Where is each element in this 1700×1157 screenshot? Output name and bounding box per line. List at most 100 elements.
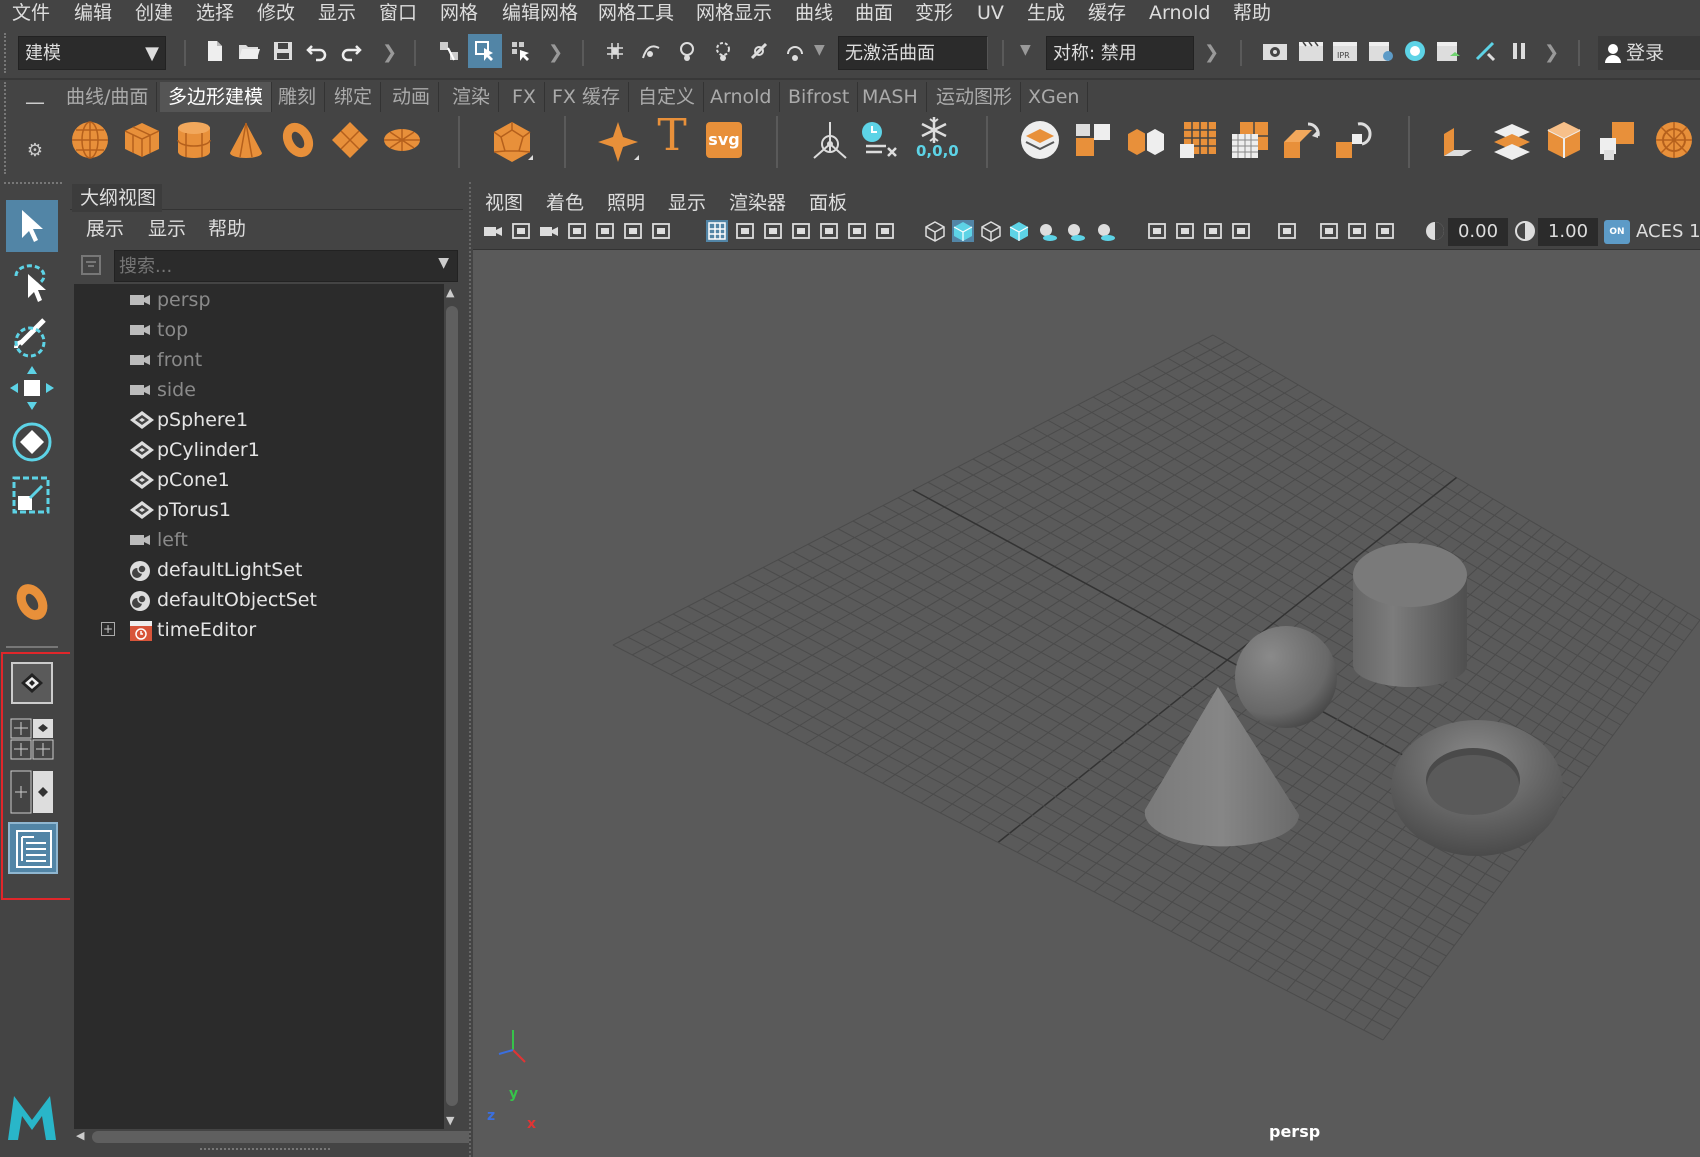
use-all-lights-icon[interactable]: [1036, 220, 1058, 242]
menu-surfaces[interactable]: 曲面: [855, 0, 893, 26]
outliner-menu-help[interactable]: 帮助: [208, 216, 246, 242]
modeling-toolkit-icon[interactable]: [1474, 40, 1496, 62]
image-plane-icon[interactable]: [594, 220, 616, 242]
two-view-layout-button[interactable]: [10, 770, 54, 814]
render-frame-icon[interactable]: [1298, 40, 1324, 62]
field-chart-icon[interactable]: [818, 220, 840, 242]
safe-action-icon[interactable]: [846, 220, 868, 242]
undo-icon[interactable]: [306, 40, 328, 62]
scroll-left-icon[interactable]: ◀: [76, 1129, 84, 1142]
toolbar-grip[interactable]: [4, 33, 12, 73]
snap-grid-icon[interactable]: [604, 40, 626, 62]
shelf-settings-icon[interactable]: ⚙: [18, 134, 52, 168]
menu-mesh-display[interactable]: 网格显示: [696, 0, 772, 26]
scroll-down-icon[interactable]: ▼: [446, 1114, 454, 1127]
hscrollbar-thumb[interactable]: [92, 1131, 496, 1143]
3d-viewport[interactable]: y x z persp: [473, 250, 1700, 1157]
menu-select[interactable]: 选择: [196, 0, 234, 26]
save-scene-icon[interactable]: [272, 40, 294, 62]
camera-select-icon[interactable]: [482, 220, 504, 242]
tab-animation[interactable]: 动画: [384, 82, 440, 112]
gamma-field[interactable]: 1.00: [1538, 218, 1598, 246]
outliner-menu-show[interactable]: 展示: [86, 216, 124, 242]
outliner-hscrollbar[interactable]: ◀: [74, 1129, 496, 1145]
collapse-arrow-icon[interactable]: ❯: [1204, 42, 1219, 63]
append-icon[interactable]: [1492, 120, 1532, 160]
pivot-icon[interactable]: [810, 120, 850, 160]
collapse-arrow-icon[interactable]: ❯: [1544, 42, 1559, 63]
torus-icon[interactable]: [278, 120, 318, 160]
2d-pan-icon[interactable]: [622, 220, 644, 242]
render-settings-icon[interactable]: [1368, 40, 1394, 62]
fill-hole-icon[interactable]: [1544, 120, 1584, 160]
outliner-menu-display[interactable]: 显示: [148, 216, 186, 242]
gamma-icon[interactable]: [1514, 220, 1536, 242]
outliner-persp-layout-button[interactable]: [8, 822, 58, 874]
new-scene-icon[interactable]: [204, 40, 226, 62]
xray-components-icon[interactable]: [1374, 220, 1396, 242]
menu-edit[interactable]: 编辑: [74, 0, 112, 26]
cone-icon[interactable]: [226, 120, 266, 160]
smooth-icon[interactable]: [1178, 120, 1218, 160]
bevel-icon[interactable]: [1282, 120, 1322, 160]
shadows-icon[interactable]: [1064, 220, 1086, 242]
cylinder-icon[interactable]: [174, 120, 214, 160]
gate-mask-icon[interactable]: [790, 220, 812, 242]
last-tool-torus-icon[interactable]: [8, 578, 56, 626]
snap-point-icon[interactable]: [676, 40, 698, 62]
cube-icon[interactable]: [122, 120, 162, 160]
separate-icon[interactable]: [1074, 120, 1114, 160]
menu-uv[interactable]: UV: [977, 0, 1004, 26]
screen-space-ao-icon[interactable]: [1146, 220, 1168, 242]
multicut-icon[interactable]: [1230, 120, 1270, 160]
filter-icon[interactable]: [80, 254, 102, 276]
combine-icon[interactable]: [1020, 120, 1060, 160]
tab-curves-surfaces[interactable]: 曲线/曲面: [58, 82, 158, 112]
outliner-title-tab[interactable]: 大纲视图: [72, 184, 162, 212]
scrollbar-thumb[interactable]: [446, 306, 458, 1106]
tab-sculpt[interactable]: 雕刻: [270, 82, 326, 112]
menu-display[interactable]: 显示: [318, 0, 356, 26]
menu-deform[interactable]: 变形: [915, 0, 953, 26]
panel-resize-handle[interactable]: [200, 1148, 330, 1152]
select-hierarchy-icon[interactable]: [438, 40, 460, 62]
ipr-render-icon[interactable]: IPR: [1332, 40, 1358, 62]
time-icon[interactable]: [860, 120, 900, 160]
svg-icon[interactable]: svg: [706, 122, 742, 158]
chevron-down-icon[interactable]: ▼: [438, 255, 449, 271]
textured-icon[interactable]: [1008, 220, 1030, 242]
toolbox-grip[interactable]: [4, 182, 62, 188]
disc-icon[interactable]: [382, 120, 422, 160]
four-view-layout-button[interactable]: [10, 718, 54, 760]
outliner-vscrollbar[interactable]: ▲ ▼: [444, 284, 460, 1129]
select-tool-button[interactable]: [6, 200, 58, 252]
safe-title-icon[interactable]: [874, 220, 896, 242]
exposure-icon[interactable]: [1424, 220, 1446, 242]
snap-view-plane-icon[interactable]: [712, 40, 734, 62]
render-view-icon[interactable]: [1262, 40, 1288, 62]
pause-icon[interactable]: [1508, 40, 1530, 62]
select-objects-mode-button[interactable]: [468, 34, 502, 68]
collapse-arrow-icon[interactable]: ❯: [548, 42, 563, 63]
redo-icon[interactable]: [340, 40, 362, 62]
lock-camera-icon[interactable]: [510, 220, 532, 242]
tab-custom[interactable]: 自定义: [630, 82, 705, 112]
film-gate-icon[interactable]: [734, 220, 756, 242]
sphere-grid-icon[interactable]: [1654, 120, 1694, 160]
tab-fx-cache[interactable]: FX 缓存: [544, 82, 629, 112]
exposure-field[interactable]: 0.00: [1448, 218, 1508, 246]
tab-motion-graphics[interactable]: 运动图形: [928, 82, 1022, 112]
menu-cache[interactable]: 缓存: [1088, 0, 1126, 26]
type-icon[interactable]: [596, 120, 640, 164]
camera-attributes-icon[interactable]: [538, 220, 560, 242]
outliner-search-input[interactable]: ▼: [114, 250, 458, 282]
login-button[interactable]: 登录: [1598, 36, 1700, 70]
snowflake-icon[interactable]: 0,0,0: [912, 116, 959, 164]
shelf-collapse-icon[interactable]: —: [18, 82, 52, 122]
chevron-down-icon[interactable]: ▼: [814, 42, 825, 58]
extrude-icon[interactable]: [1440, 120, 1480, 160]
tab-poly-modeling[interactable]: 多边形建模: [160, 82, 273, 112]
bridge-icon[interactable]: [1334, 120, 1374, 160]
menu-modify[interactable]: 修改: [257, 0, 295, 26]
menu-file[interactable]: 文件: [12, 0, 50, 26]
